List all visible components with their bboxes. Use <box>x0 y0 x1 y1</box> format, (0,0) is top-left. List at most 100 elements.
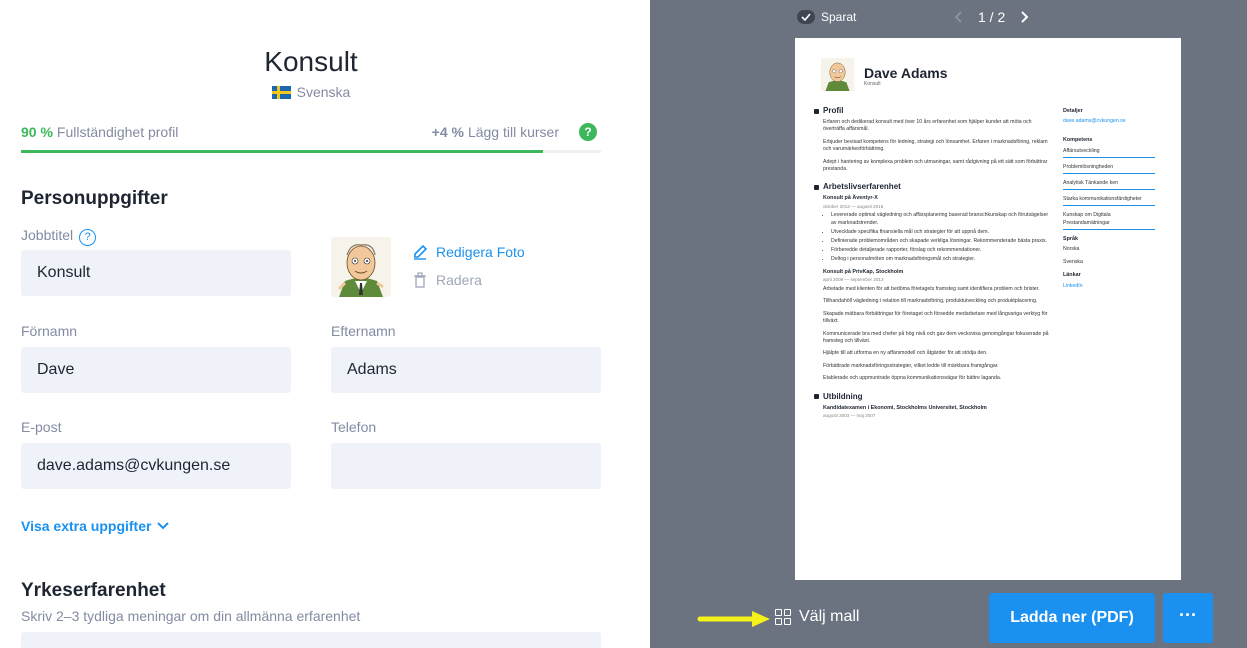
cv-job-text: Kommunicerade bra med chefer på hög nivå… <box>823 330 1049 344</box>
completeness-label: Fullständighet profil <box>56 124 179 140</box>
hint-value: +4 % <box>431 124 464 140</box>
cv-skill: Affärsutveckling <box>1063 148 1155 158</box>
chevron-left-icon <box>954 11 962 23</box>
cv-details-heading: Detaljer <box>1063 108 1083 114</box>
next-page-button[interactable] <box>1019 8 1031 26</box>
cv-language: Norska <box>1063 246 1080 253</box>
resume-page: Dave Adams Konsult Profil Erfaren och de… <box>795 38 1181 580</box>
language-selector[interactable]: Svenska <box>0 84 622 100</box>
phone-input[interactable] <box>331 443 601 489</box>
saved-status: Sparat <box>797 10 856 24</box>
cv-skill: Analytisk Tänkande ken <box>1063 180 1155 191</box>
cv-skill: Kunskap om Digitala Prestandamätningar <box>1063 212 1155 230</box>
help-icon[interactable]: ? <box>579 123 597 141</box>
cv-job-text: Skapade mätbara förbättringar för företa… <box>823 310 1048 325</box>
cv-photo <box>821 58 854 91</box>
experience-heading: Yrkeserfarenhet <box>21 580 166 601</box>
profile-completeness: 90 % Fullständighet profil +4 % Lägg till … <box>21 123 601 144</box>
cv-side-column: Detaljer dave.adams@cvkungen.se Kompeten… <box>1063 108 1155 290</box>
cv-language: Svenska <box>1063 259 1083 266</box>
cloud-check-icon <box>797 10 815 24</box>
completeness-progress-fill <box>21 150 543 153</box>
cv-job-text: Hjälpte till att utforma en ny affärsmod… <box>823 350 988 357</box>
job-title-label: Jobbtitel? <box>21 227 97 246</box>
page-navigator: 1 / 2 <box>952 8 1031 26</box>
previous-page-button[interactable] <box>952 8 964 26</box>
email-input[interactable]: dave.adams@cvkungen.se <box>21 443 291 489</box>
cv-link: LinkedIn <box>1063 282 1083 289</box>
job-title-input[interactable]: Konsult <box>21 250 291 296</box>
sweden-flag-icon <box>271 86 291 99</box>
first-name-label: Förnamn <box>21 323 78 339</box>
cv-links-heading: Länkar <box>1063 272 1081 279</box>
language-label: Svenska <box>296 84 351 100</box>
cv-job-title: Konsult på PrivKap, Stockholm <box>823 269 904 276</box>
cv-email: dave.adams@cvkungen.se <box>1063 118 1126 125</box>
cv-profile-text: Erbjuder bevisad kompetens för ledning, … <box>823 138 1048 153</box>
cv-subtitle: Konsult <box>864 81 881 87</box>
completeness-percent: 90 % <box>21 124 53 140</box>
cv-skill: Starka kommunikationsfärdigheter <box>1063 196 1155 207</box>
download-pdf-button[interactable]: Ladda ner (PDF) <box>989 593 1155 643</box>
cv-skill: Problemlösningheden <box>1063 164 1155 175</box>
extra-details-label: Visa extra uppgifter <box>21 518 152 534</box>
cv-job-text: Etablerade och uppmuntrade öppna kommuni… <box>823 375 1002 382</box>
cv-languages-heading: Språk <box>1063 235 1078 242</box>
completeness-hint[interactable]: +4 % Lägg till kurser <box>432 124 559 140</box>
cv-job-date: oktober 2013 — augusti 2018 <box>823 203 884 209</box>
page-indicator: 1 / 2 <box>978 9 1006 25</box>
resume-preview-panel: Sparat 1 / 2 Dave Adams Konsult Profil E… <box>650 0 1247 648</box>
choose-template-button[interactable]: Välj mall <box>775 608 859 626</box>
cv-bullet: Deltog i personalmöten om marknadsföring… <box>831 256 1053 263</box>
cv-profile-text: Erfaren och dedikerad konsult med över 1… <box>823 119 1032 133</box>
avatar-cartoon-icon <box>331 237 391 297</box>
person-icon <box>814 108 819 114</box>
cv-work-heading: Arbetslivserfarenhet <box>814 182 1053 192</box>
cv-job-title: Konsult på Äventyr-X <box>823 195 878 202</box>
cv-job-date: april 2009 — september 2013 <box>823 277 884 283</box>
cv-name: Dave Adams <box>864 65 948 81</box>
cv-main-column: Profil Erfaren och dedikerad konsult med… <box>814 106 1053 421</box>
phone-label: Telefon <box>331 419 377 435</box>
chevron-right-icon <box>1021 11 1029 23</box>
edit-photo-button[interactable]: Redigera Foto <box>412 244 525 260</box>
avatar-cartoon-icon <box>821 58 854 91</box>
profile-photo[interactable] <box>331 237 391 297</box>
choose-template-label: Välj mall <box>799 608 860 625</box>
yellow-arrow-annotation-icon <box>697 611 770 627</box>
cv-profile-heading: Profil <box>814 106 1053 116</box>
edit-photo-label: Redigera Foto <box>436 244 525 260</box>
show-extra-details-link[interactable]: Visa extra uppgifter <box>21 518 170 534</box>
cv-bullet: Förberedde detaljerade rapporter, försla… <box>831 247 1053 254</box>
cv-education-heading: Utbildning <box>814 392 1053 402</box>
cv-education-title: Kandidatexamen i Ekonomi, Stockholms Uni… <box>823 404 987 411</box>
chevron-down-icon <box>157 522 170 530</box>
cv-bullet: Definierade problemområden och skapade v… <box>831 238 1053 245</box>
resume-title[interactable]: Konsult <box>0 46 622 78</box>
resume-editor: Konsult Svenska 90 % Fullständighet profi… <box>0 0 650 648</box>
trash-icon <box>414 272 426 288</box>
delete-photo-button[interactable]: Radera <box>412 272 482 288</box>
completeness-progress-bar <box>21 150 601 153</box>
cv-bullet: Levererade optimal vägledning och affärs… <box>831 212 1053 227</box>
cv-job-text: Arbetade med klienten för att bedöma för… <box>823 285 1040 292</box>
experience-summary-input[interactable] <box>21 632 601 648</box>
last-name-label: Efternamn <box>331 323 396 339</box>
more-options-button[interactable]: ··· <box>1163 593 1213 643</box>
cv-job-bullets: Levererade optimal vägledning och affärs… <box>831 212 1053 263</box>
personal-details-heading: Personuppgifter <box>21 188 168 209</box>
graduation-cap-icon <box>814 394 819 400</box>
cv-bullet: Utvecklade specifika finansiella mål och… <box>831 229 1053 236</box>
experience-subtitle: Skriv 2–3 tydliga meningar om din allmän… <box>21 608 361 624</box>
cv-skills-heading: Kompetens <box>1063 137 1093 144</box>
last-name-input[interactable]: Adams <box>331 347 601 393</box>
cv-job-text: Tillhandahöll vägledning i relation till… <box>823 298 1038 305</box>
help-icon[interactable]: ? <box>79 229 97 246</box>
pencil-icon <box>414 244 428 260</box>
cv-education-date: augusti 2003 — maj 2007 <box>823 412 876 418</box>
cv-profile-text: Adept i hantering av komplexa problem oc… <box>823 158 1048 173</box>
hint-label: Lägg till kurser <box>467 124 559 140</box>
first-name-input[interactable]: Dave <box>21 347 291 393</box>
grid-icon <box>775 609 791 625</box>
cv-job-text: Förbättrade marknadsföringsstrategier, v… <box>823 362 999 369</box>
